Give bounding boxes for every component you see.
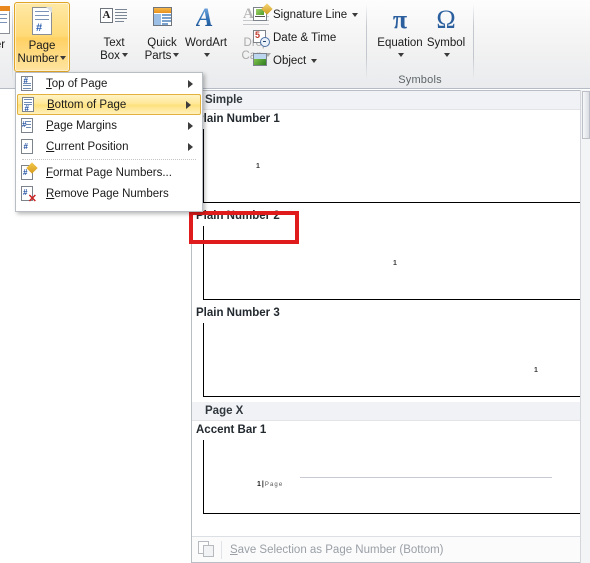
save-selection-label: Save Selection as Page Number (Bottom) (230, 543, 444, 556)
gallery-item-label: Accent Bar 1 (196, 424, 267, 436)
equation-button-label: Equation (377, 37, 423, 62)
menu-label-top-of-page: Top of Page (46, 77, 108, 90)
menu-divider (22, 159, 196, 160)
quick-parts-icon (150, 6, 174, 34)
remove-page-numbers-icon: # ✕ (21, 185, 37, 205)
symbol-icon: Ω (436, 5, 456, 34)
footer-divider (221, 540, 222, 559)
gallery-scrollbar[interactable] (580, 90, 590, 563)
equation-icon: π (392, 5, 408, 34)
text-box-label-line1: Text (103, 37, 125, 49)
gallery-scrollbar-thumb[interactable] (582, 91, 590, 139)
signature-line-dropdown-caret[interactable] (352, 12, 359, 17)
gallery-section-header-simple: Simple (192, 91, 590, 110)
preview-page-number: 1 (256, 163, 260, 170)
symbol-button-label: Symbol (427, 37, 465, 62)
page-number-button[interactable]: # Page Number (14, 2, 70, 72)
gallery-section-header-page-x: Page X (192, 402, 590, 421)
gallery-item-preview[interactable]: 1 (203, 226, 582, 300)
gallery-item-label: Plain Number 3 (196, 307, 280, 319)
wordart-icon: A (196, 3, 214, 32)
text-box-dropdown-caret[interactable] (121, 53, 128, 58)
gallery-item-label: Plain Number 2 (196, 210, 280, 222)
symbol-button[interactable]: Ω Symbol (423, 2, 469, 72)
wordart-dropdown-caret[interactable] (204, 53, 210, 58)
preview-page-number: 1 (257, 481, 261, 488)
gallery-item-preview[interactable]: 1 (203, 323, 582, 397)
date-time-label: Date & Time (273, 31, 337, 44)
equation-button[interactable]: π Equation (375, 2, 425, 72)
menu-label-format-page-numbers: Format Page Numbers... (46, 166, 172, 179)
gallery-item-plain-number-2[interactable]: Plain Number 2 1 (192, 207, 590, 300)
gallery-footer[interactable]: Save Selection as Page Number (Bottom) (192, 536, 590, 562)
format-page-numbers-icon: # (20, 161, 38, 181)
menu-label-remove-page-numbers: Remove Page Numbers (46, 187, 169, 200)
symbol-dropdown-caret[interactable] (443, 53, 450, 58)
menu-item-remove-page-numbers[interactable]: # ✕ Remove Page Numbers (16, 183, 202, 204)
ribbon-group-header-footer: er & F (0, 0, 12, 88)
preview-separator: | (261, 481, 264, 488)
menu-label-current-position: Current Position (46, 140, 129, 153)
page-number-bottom-gallery[interactable]: Simple Plain Number 1 1 Plain Number 2 1… (191, 90, 590, 563)
quick-parts-label-line1: Quick (147, 37, 177, 49)
menu-item-bottom-of-page[interactable]: # Bottom of Page (17, 94, 201, 115)
page-margins-icon: # (20, 117, 35, 134)
gallery-item-plain-number-1[interactable]: Plain Number 1 1 (192, 110, 590, 203)
page-number-label-line1: Page (28, 40, 56, 52)
page-number-button-label: Page Number (18, 40, 67, 65)
submenu-arrow-icon (188, 121, 193, 130)
page-number-dropdown-caret[interactable] (60, 56, 67, 61)
menu-item-page-margins[interactable]: # Page Margins (16, 115, 202, 136)
save-selection-icon (198, 541, 215, 558)
header-button-label: er (0, 39, 6, 51)
gallery-item-preview[interactable]: 1|Page (203, 440, 582, 514)
symbol-label-line1: Symbol (426, 37, 466, 49)
gallery-item-accent-bar-1[interactable]: Accent Bar 1 1|Page (192, 421, 590, 514)
object-icon (253, 52, 269, 69)
submenu-arrow-icon (188, 79, 193, 88)
menu-item-top-of-page[interactable]: # Top of Page (16, 73, 202, 94)
current-position-icon: # (20, 138, 35, 155)
quick-parts-button-label: Quick Parts (145, 37, 180, 62)
date-time-icon: 5 (253, 29, 270, 47)
quick-parts-label-line2: Parts (144, 49, 172, 62)
signature-line-label: Signature Line (273, 8, 348, 21)
quick-parts-dropdown-caret[interactable] (173, 53, 180, 58)
signature-line-icon (253, 2, 273, 23)
word-insert-ribbon-screen: er & F # Page Number A (0, 0, 590, 563)
preview-word: Page (264, 482, 284, 488)
ribbon-group-label-symbols: Symbols (398, 74, 442, 86)
submenu-arrow-icon (188, 142, 193, 151)
text-box-button-label: Text Box (100, 37, 128, 62)
object-button[interactable]: Object (250, 50, 320, 71)
text-box-icon: A (100, 6, 128, 34)
wordart-button-label: WordArt (185, 37, 227, 62)
menu-label-page-margins: Page Margins (46, 119, 117, 132)
preview-accent-line (300, 477, 552, 478)
page-number-icon: # (29, 7, 55, 37)
page-number-label-line2: Number (17, 52, 59, 65)
text-box-label-line2: Box (100, 49, 120, 62)
equation-label-line1: Equation (377, 37, 423, 49)
menu-item-format-page-numbers[interactable]: # Format Page Numbers... (16, 161, 202, 183)
preview-page-number: 1 (393, 260, 397, 267)
page-bottom-icon: # (21, 96, 36, 113)
gallery-item-label: Plain Number 1 (196, 113, 280, 125)
page-top-icon: # (20, 75, 35, 92)
gallery-item-plain-number-3[interactable]: Plain Number 3 1 (192, 304, 590, 397)
preview-page-number: 1 (534, 367, 538, 374)
page-number-menu[interactable]: # Top of Page # Bottom of Page # Page Ma… (15, 72, 203, 212)
date-time-button[interactable]: 5 Date & Time (250, 27, 339, 48)
preview-accent-bar-text: 1|Page (257, 473, 283, 491)
wordart-button[interactable]: A WordArt (180, 2, 232, 72)
menu-label-bottom-of-page: Bottom of Page (47, 98, 127, 111)
signature-line-button[interactable]: Signature Line (250, 2, 361, 25)
wordart-label-line1: WordArt (185, 37, 227, 49)
menu-item-current-position[interactable]: # Current Position (16, 136, 202, 157)
object-label: Object (273, 54, 307, 67)
object-dropdown-caret[interactable] (311, 58, 318, 63)
equation-dropdown-caret[interactable] (398, 53, 404, 58)
submenu-arrow-icon (186, 100, 191, 109)
gallery-item-preview[interactable]: 1 (203, 129, 582, 203)
